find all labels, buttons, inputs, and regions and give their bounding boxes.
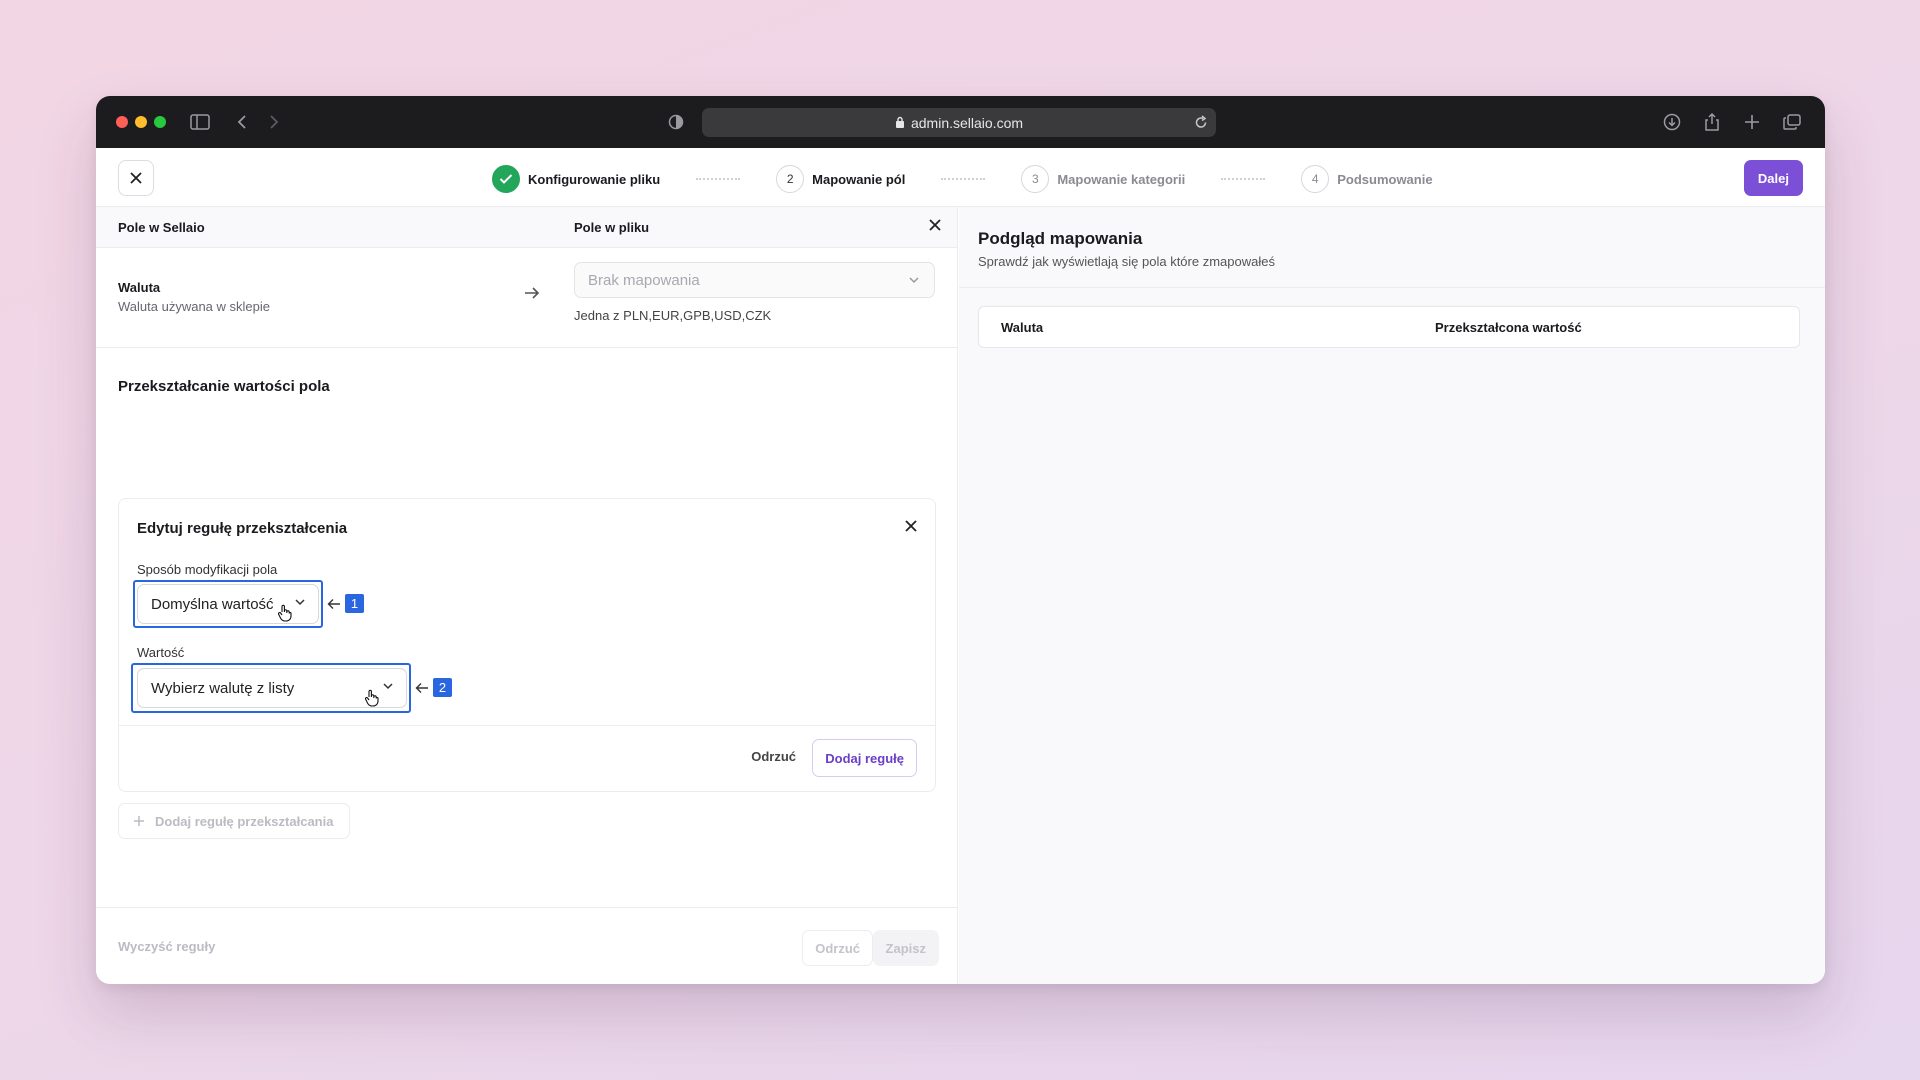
- lock-icon: [895, 115, 905, 131]
- mapping-panel: Pole w Sellaio Pole w pliku Waluta Walut…: [96, 207, 958, 984]
- step-summary[interactable]: 4 Podsumowanie: [1301, 165, 1433, 193]
- discard-rule-button[interactable]: Odrzuć: [751, 749, 796, 764]
- field-title: Waluta: [118, 280, 161, 295]
- step-label: Podsumowanie: [1337, 171, 1433, 187]
- sidebar-toggle-icon[interactable]: [188, 110, 212, 134]
- reload-icon[interactable]: [1194, 114, 1208, 133]
- close-window-button[interactable]: [116, 116, 128, 128]
- select-placeholder: Brak mapowania: [588, 271, 700, 289]
- add-rule-button[interactable]: Dodaj regułę: [812, 739, 917, 777]
- privacy-shield-icon[interactable]: [664, 110, 688, 134]
- value-placeholder: Wybierz walutę z listy: [151, 679, 295, 697]
- add-transform-label: Dodaj regułę przekształcania: [155, 813, 334, 829]
- select-hint: Jedna z PLN,EUR,GPB,USD,CZK: [574, 308, 772, 323]
- method-value: Domyślna wartość: [151, 595, 274, 613]
- close-wizard-button[interactable]: [118, 160, 154, 196]
- transform-section-title: Przekształcanie wartości pola: [118, 378, 330, 395]
- preview-column-transformed: Przekształcona wartość: [1435, 320, 1582, 335]
- arrow-right-icon: [524, 286, 540, 305]
- browser-window: admin.sellaio.com Konfigurowanie pliku 2…: [96, 96, 1825, 984]
- step-divider: [696, 178, 741, 180]
- download-icon[interactable]: [1660, 110, 1684, 134]
- step-label: Mapowanie pól: [812, 171, 906, 187]
- chevron-down-icon: [294, 595, 306, 612]
- step-configure-file[interactable]: Konfigurowanie pliku: [492, 165, 660, 193]
- close-icon[interactable]: [905, 519, 917, 537]
- share-icon[interactable]: [1700, 110, 1724, 134]
- discard-button[interactable]: Odrzuć: [802, 930, 873, 966]
- step-category-mapping[interactable]: 3 Mapowanie kategorii: [1021, 165, 1185, 193]
- column-file-field: Pole w pliku: [574, 220, 650, 235]
- preview-title: Podgląd mapowania: [978, 229, 1143, 248]
- annotation-marker-1: 1: [327, 594, 364, 613]
- url-text: admin.sellaio.com: [910, 114, 1024, 131]
- step-field-mapping[interactable]: 2 Mapowanie pól: [776, 165, 905, 193]
- arrow-left-icon: [327, 598, 340, 609]
- minimize-window-button[interactable]: [135, 116, 147, 128]
- window-controls: [116, 116, 166, 128]
- close-icon: [130, 172, 142, 184]
- step-number: 4: [1301, 165, 1330, 193]
- step-label: Mapowanie kategorii: [1057, 171, 1186, 187]
- rule-card-title: Edytuj regułę przekształcenia: [137, 520, 348, 537]
- edit-rule-card: Edytuj regułę przekształcenia Sposób mod…: [118, 498, 936, 792]
- preview-panel: Podgląd mapowania Sprawdź jak wyświetlaj…: [959, 207, 1825, 984]
- step-label: Konfigurowanie pliku: [528, 171, 661, 187]
- annotation-badge: 2: [433, 678, 452, 697]
- chevron-down-icon: [908, 273, 920, 290]
- field-description: Waluta używana w sklepie: [118, 299, 270, 314]
- file-field-select[interactable]: Brak mapowania: [574, 262, 935, 298]
- step-divider: [941, 178, 986, 180]
- field-mapping-row: Waluta Waluta używana w sklepie Brak map…: [96, 248, 957, 348]
- mapping-column-header: Pole w Sellaio Pole w pliku: [96, 207, 957, 248]
- new-tab-icon[interactable]: [1740, 110, 1764, 134]
- add-transform-rule-button[interactable]: Dodaj regułę przekształcania: [118, 803, 350, 839]
- preview-subtitle: Sprawdź jak wyświetlają się pola które z…: [978, 254, 1275, 269]
- clear-rules-button[interactable]: Wyczyść reguły: [118, 939, 215, 954]
- method-label: Sposób modyfikacji pola: [137, 562, 278, 577]
- wizard-steps: Konfigurowanie pliku 2 Mapowanie pól 3 M…: [492, 164, 1433, 194]
- step-number: 2: [776, 165, 805, 193]
- annotation-badge: 1: [345, 594, 364, 613]
- zoom-window-button[interactable]: [154, 116, 166, 128]
- arrow-left-icon: [415, 682, 428, 693]
- cursor-hand-icon: [364, 689, 380, 712]
- step-divider: [1221, 178, 1266, 180]
- plus-icon: [134, 816, 144, 826]
- annotation-marker-2: 2: [415, 678, 452, 697]
- close-icon[interactable]: [929, 219, 941, 234]
- next-button[interactable]: Dalej: [1743, 160, 1803, 196]
- panel-footer: Wyczyść reguły Odrzuć Zapisz: [96, 907, 957, 984]
- tabs-overview-icon[interactable]: [1780, 110, 1804, 134]
- column-sellaio-field: Pole w Sellaio: [118, 220, 205, 235]
- wizard-header: Konfigurowanie pliku 2 Mapowanie pól 3 M…: [96, 148, 1825, 207]
- cursor-hand-icon: [277, 604, 293, 627]
- browser-titlebar: admin.sellaio.com: [96, 96, 1825, 148]
- preview-column-currency: Waluta: [1001, 320, 1044, 335]
- forward-icon[interactable]: [262, 110, 286, 134]
- back-icon[interactable]: [230, 110, 254, 134]
- chevron-down-icon: [382, 679, 394, 696]
- rule-card-footer: Odrzuć Dodaj regułę: [119, 725, 935, 791]
- check-icon: [492, 165, 520, 193]
- save-button[interactable]: Zapisz: [872, 930, 939, 966]
- divider: [959, 287, 1825, 288]
- preview-table-header: Waluta Przekształcona wartość: [978, 306, 1800, 348]
- value-label: Wartość: [137, 645, 185, 660]
- step-number: 3: [1021, 165, 1050, 193]
- address-bar[interactable]: admin.sellaio.com: [702, 108, 1216, 137]
